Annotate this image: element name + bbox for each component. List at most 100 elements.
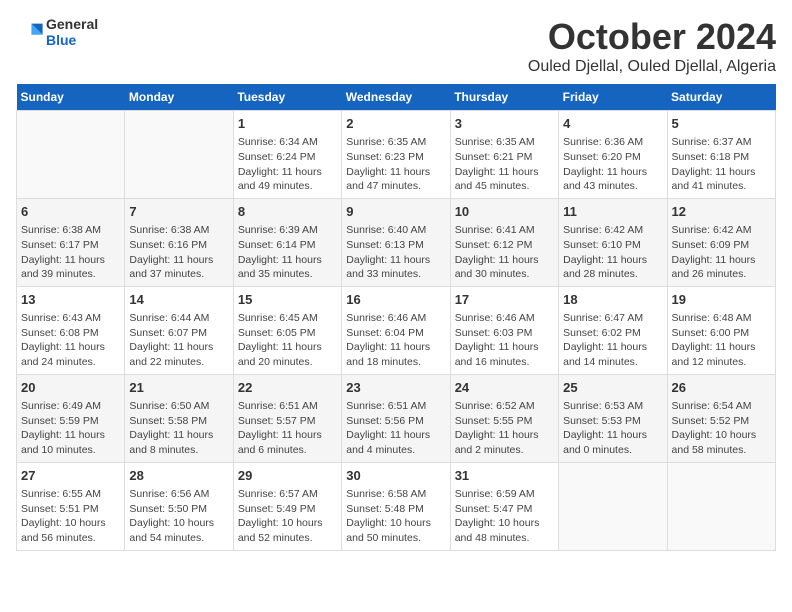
day-number: 7 bbox=[129, 203, 228, 221]
day-number: 19 bbox=[672, 291, 771, 309]
calendar-cell: 10 Sunrise: 6:41 AM Sunset: 6:12 PM Dayli… bbox=[450, 198, 558, 286]
day-number: 17 bbox=[455, 291, 554, 309]
day-info: Sunrise: 6:57 AM Sunset: 5:49 PM Dayligh… bbox=[238, 487, 337, 546]
calendar-table: SundayMondayTuesdayWednesdayThursdayFrid… bbox=[16, 84, 776, 551]
calendar-cell: 26Sunrise: 6:54 AM Sunset: 5:52 PM Dayli… bbox=[667, 374, 775, 462]
calendar-cell: 20Sunrise: 6:49 AM Sunset: 5:59 PM Dayli… bbox=[17, 374, 125, 462]
logo-blue: Blue bbox=[46, 32, 98, 48]
calendar-header: SundayMondayTuesdayWednesdayThursdayFrid… bbox=[17, 84, 776, 111]
calendar-week: 13 Sunrise: 6:43 AM Sunset: 6:08 PM Dayli… bbox=[17, 286, 776, 374]
calendar-cell bbox=[667, 462, 775, 550]
header-day: Monday bbox=[125, 84, 233, 111]
calendar-week: 6Sunrise: 6:38 AM Sunset: 6:17 PM Daylig… bbox=[17, 198, 776, 286]
day-number: 15 bbox=[238, 291, 337, 309]
day-info: Sunrise: 6:46 AM Sunset: 6:03 PM Dayligh… bbox=[455, 311, 554, 370]
calendar-week: 1 Sunrise: 6:34 AM Sunset: 6:24 PM Daylig… bbox=[17, 111, 776, 199]
day-info: Sunrise: 6:40 AM Sunset: 6:13 PM Dayligh… bbox=[346, 223, 445, 282]
subtitle: Ouled Djellal, Ouled Djellal, Algeria bbox=[528, 58, 776, 76]
calendar-cell: 16 Sunrise: 6:46 AM Sunset: 6:04 PM Dayli… bbox=[342, 286, 450, 374]
calendar-cell: 31 Sunrise: 6:59 AM Sunset: 5:47 PM Dayli… bbox=[450, 462, 558, 550]
calendar-cell: 6Sunrise: 6:38 AM Sunset: 6:17 PM Daylig… bbox=[17, 198, 125, 286]
day-number: 30 bbox=[346, 467, 445, 485]
day-number: 23 bbox=[346, 379, 445, 397]
calendar-week: 20Sunrise: 6:49 AM Sunset: 5:59 PM Dayli… bbox=[17, 374, 776, 462]
day-info: Sunrise: 6:43 AM Sunset: 6:08 PM Dayligh… bbox=[21, 311, 120, 370]
day-number: 5 bbox=[672, 115, 771, 133]
day-number: 14 bbox=[129, 291, 228, 309]
day-number: 31 bbox=[455, 467, 554, 485]
day-info: Sunrise: 6:42 AM Sunset: 6:09 PM Dayligh… bbox=[672, 223, 771, 282]
day-info: Sunrise: 6:45 AM Sunset: 6:05 PM Dayligh… bbox=[238, 311, 337, 370]
day-info: Sunrise: 6:51 AM Sunset: 5:56 PM Dayligh… bbox=[346, 399, 445, 458]
header-day: Saturday bbox=[667, 84, 775, 111]
day-number: 24 bbox=[455, 379, 554, 397]
day-number: 21 bbox=[129, 379, 228, 397]
day-number: 28 bbox=[129, 467, 228, 485]
day-info: Sunrise: 6:56 AM Sunset: 5:50 PM Dayligh… bbox=[129, 487, 228, 546]
day-number: 16 bbox=[346, 291, 445, 309]
day-info: Sunrise: 6:41 AM Sunset: 6:12 PM Dayligh… bbox=[455, 223, 554, 282]
calendar-cell: 25Sunrise: 6:53 AM Sunset: 5:53 PM Dayli… bbox=[559, 374, 667, 462]
day-info: Sunrise: 6:59 AM Sunset: 5:47 PM Dayligh… bbox=[455, 487, 554, 546]
header-day: Wednesday bbox=[342, 84, 450, 111]
day-info: Sunrise: 6:58 AM Sunset: 5:48 PM Dayligh… bbox=[346, 487, 445, 546]
day-number: 10 bbox=[455, 203, 554, 221]
day-info: Sunrise: 6:53 AM Sunset: 5:53 PM Dayligh… bbox=[563, 399, 662, 458]
calendar-cell: 12 Sunrise: 6:42 AM Sunset: 6:09 PM Dayli… bbox=[667, 198, 775, 286]
calendar-cell: 24 Sunrise: 6:52 AM Sunset: 5:55 PM Dayli… bbox=[450, 374, 558, 462]
day-info: Sunrise: 6:37 AM Sunset: 6:18 PM Dayligh… bbox=[672, 135, 771, 194]
day-info: Sunrise: 6:50 AM Sunset: 5:58 PM Dayligh… bbox=[129, 399, 228, 458]
header-day: Friday bbox=[559, 84, 667, 111]
day-number: 9 bbox=[346, 203, 445, 221]
logo-icon bbox=[16, 18, 44, 46]
calendar-cell: 18Sunrise: 6:47 AM Sunset: 6:02 PM Dayli… bbox=[559, 286, 667, 374]
calendar-cell: 21 Sunrise: 6:50 AM Sunset: 5:58 PM Dayli… bbox=[125, 374, 233, 462]
calendar-cell: 27 Sunrise: 6:55 AM Sunset: 5:51 PM Dayli… bbox=[17, 462, 125, 550]
day-info: Sunrise: 6:47 AM Sunset: 6:02 PM Dayligh… bbox=[563, 311, 662, 370]
day-info: Sunrise: 6:38 AM Sunset: 6:17 PM Dayligh… bbox=[21, 223, 120, 282]
calendar-cell: 19 Sunrise: 6:48 AM Sunset: 6:00 PM Dayli… bbox=[667, 286, 775, 374]
calendar-cell: 8Sunrise: 6:39 AM Sunset: 6:14 PM Daylig… bbox=[233, 198, 341, 286]
day-number: 11 bbox=[563, 203, 662, 221]
day-number: 13 bbox=[21, 291, 120, 309]
calendar-cell: 23 Sunrise: 6:51 AM Sunset: 5:56 PM Dayli… bbox=[342, 374, 450, 462]
calendar-cell: 3Sunrise: 6:35 AM Sunset: 6:21 PM Daylig… bbox=[450, 111, 558, 199]
header-day: Tuesday bbox=[233, 84, 341, 111]
day-info: Sunrise: 6:44 AM Sunset: 6:07 PM Dayligh… bbox=[129, 311, 228, 370]
day-number: 12 bbox=[672, 203, 771, 221]
calendar-cell: 4 Sunrise: 6:36 AM Sunset: 6:20 PM Daylig… bbox=[559, 111, 667, 199]
day-info: Sunrise: 6:48 AM Sunset: 6:00 PM Dayligh… bbox=[672, 311, 771, 370]
day-info: Sunrise: 6:46 AM Sunset: 6:04 PM Dayligh… bbox=[346, 311, 445, 370]
day-number: 26 bbox=[672, 379, 771, 397]
day-info: Sunrise: 6:49 AM Sunset: 5:59 PM Dayligh… bbox=[21, 399, 120, 458]
day-number: 27 bbox=[21, 467, 120, 485]
day-info: Sunrise: 6:52 AM Sunset: 5:55 PM Dayligh… bbox=[455, 399, 554, 458]
calendar-cell: 5 Sunrise: 6:37 AM Sunset: 6:18 PM Daylig… bbox=[667, 111, 775, 199]
day-info: Sunrise: 6:34 AM Sunset: 6:24 PM Dayligh… bbox=[238, 135, 337, 194]
calendar-body: 1 Sunrise: 6:34 AM Sunset: 6:24 PM Daylig… bbox=[17, 111, 776, 551]
day-number: 22 bbox=[238, 379, 337, 397]
calendar-cell: 15 Sunrise: 6:45 AM Sunset: 6:05 PM Dayli… bbox=[233, 286, 341, 374]
logo-general: General bbox=[46, 16, 98, 32]
day-info: Sunrise: 6:51 AM Sunset: 5:57 PM Dayligh… bbox=[238, 399, 337, 458]
day-number: 4 bbox=[563, 115, 662, 133]
calendar-cell: 11 Sunrise: 6:42 AM Sunset: 6:10 PM Dayli… bbox=[559, 198, 667, 286]
day-info: Sunrise: 6:55 AM Sunset: 5:51 PM Dayligh… bbox=[21, 487, 120, 546]
calendar-cell: 14 Sunrise: 6:44 AM Sunset: 6:07 PM Dayli… bbox=[125, 286, 233, 374]
header-day: Sunday bbox=[17, 84, 125, 111]
calendar-cell: 7Sunrise: 6:38 AM Sunset: 6:16 PM Daylig… bbox=[125, 198, 233, 286]
day-info: Sunrise: 6:39 AM Sunset: 6:14 PM Dayligh… bbox=[238, 223, 337, 282]
page-header: General Blue October 2024 Ouled Djellal,… bbox=[16, 16, 776, 76]
day-info: Sunrise: 6:35 AM Sunset: 6:21 PM Dayligh… bbox=[455, 135, 554, 194]
calendar-cell bbox=[559, 462, 667, 550]
day-number: 1 bbox=[238, 115, 337, 133]
logo: General Blue bbox=[16, 16, 98, 48]
calendar-cell: 22 Sunrise: 6:51 AM Sunset: 5:57 PM Dayli… bbox=[233, 374, 341, 462]
logo-text: General Blue bbox=[46, 16, 98, 48]
calendar-cell: 2Sunrise: 6:35 AM Sunset: 6:23 PM Daylig… bbox=[342, 111, 450, 199]
calendar-cell: 1 Sunrise: 6:34 AM Sunset: 6:24 PM Daylig… bbox=[233, 111, 341, 199]
calendar-cell: 13 Sunrise: 6:43 AM Sunset: 6:08 PM Dayli… bbox=[17, 286, 125, 374]
day-info: Sunrise: 6:36 AM Sunset: 6:20 PM Dayligh… bbox=[563, 135, 662, 194]
main-title: October 2024 bbox=[528, 16, 776, 58]
day-info: Sunrise: 6:42 AM Sunset: 6:10 PM Dayligh… bbox=[563, 223, 662, 282]
